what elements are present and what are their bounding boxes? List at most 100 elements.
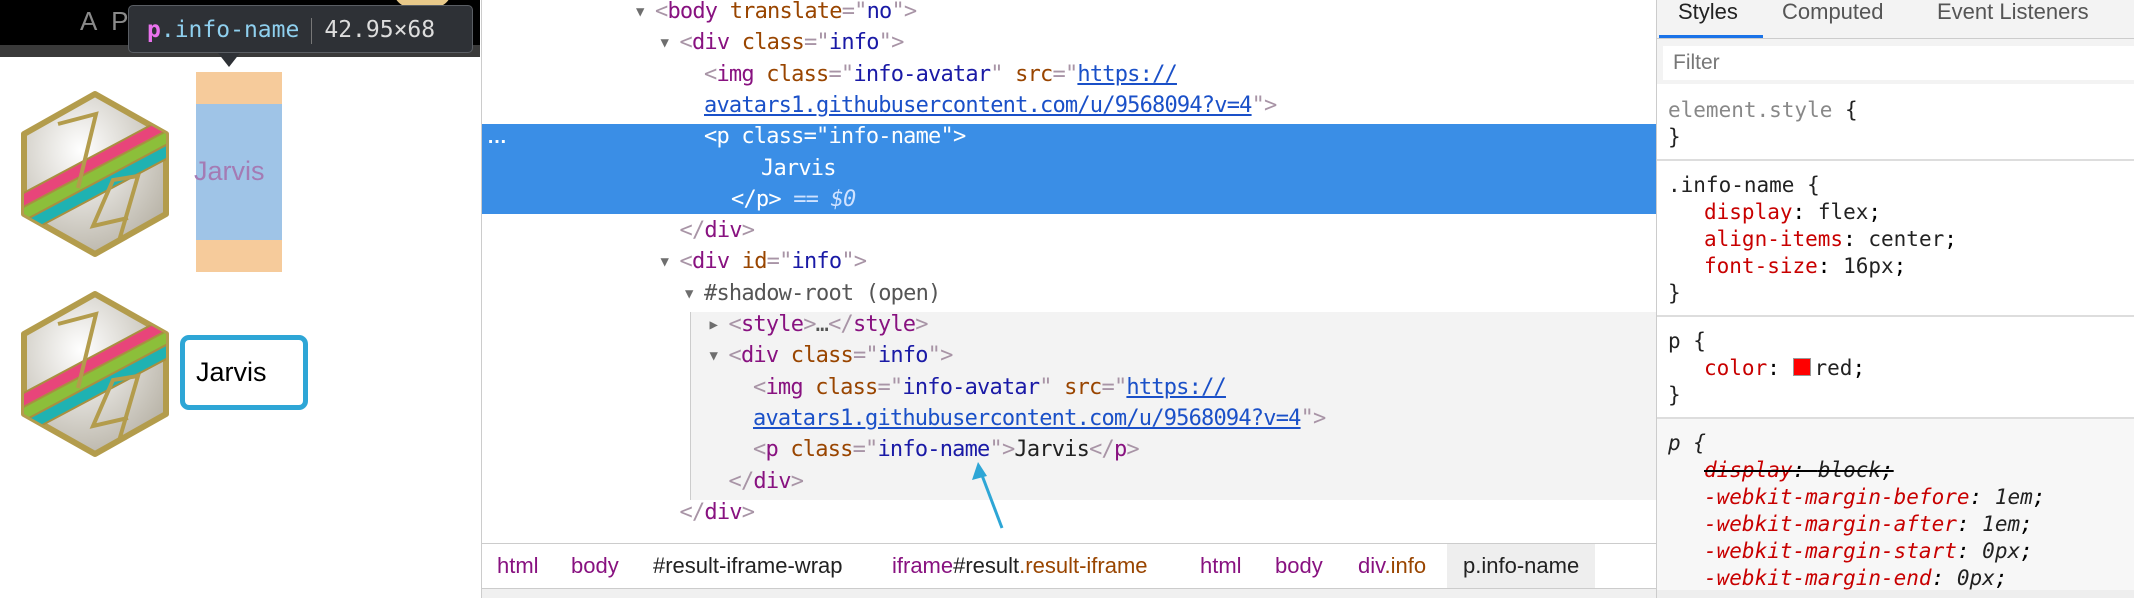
- page-preview: A PEN BY Jarvis p.info-name42.95×68 Jarv…: [0, 0, 480, 598]
- property-name[interactable]: font-size: [1704, 254, 1818, 278]
- expand-triangle-right-icon[interactable]: ▶: [710, 310, 718, 340]
- dom-token-p: <: [728, 312, 742, 337]
- property-name[interactable]: -webkit-margin-start: [1704, 539, 1957, 563]
- dom-node-line[interactable]: ▼ <div class="info">: [661, 28, 905, 58]
- dom-node-line[interactable]: ▼ <div class="info">: [710, 341, 954, 371]
- style-property[interactable]: -webkit-margin-after: 1em;: [1657, 511, 2134, 538]
- dom-token-p: =": [766, 249, 793, 275]
- style-property[interactable]: align-items: center;: [1657, 226, 2134, 253]
- dom-node-line[interactable]: </div>: [729, 467, 805, 497]
- style-property[interactable]: display: block;: [1657, 457, 2134, 484]
- close-brace: }: [1668, 281, 1681, 305]
- dom-node-line[interactable]: <p class="info-name">: [704, 122, 966, 152]
- tab-event-listeners[interactable]: Event Listeners: [1937, 0, 2089, 30]
- style-property[interactable]: -webkit-margin-before: 1em;: [1657, 484, 2134, 511]
- property-name[interactable]: display: [1704, 458, 1793, 482]
- tab-styles[interactable]: Styles: [1678, 0, 1738, 30]
- property-value[interactable]: center: [1868, 227, 1944, 251]
- filter-input[interactable]: [1663, 46, 2134, 80]
- rule-selector[interactable]: element.style: [1668, 98, 1832, 122]
- breadcrumb-item[interactable]: body: [1275, 544, 1323, 588]
- breadcrumb-item[interactable]: html: [1200, 544, 1242, 588]
- breadcrumb-item[interactable]: iframe#result.result-iframe: [892, 544, 1148, 588]
- style-property[interactable]: font-size: 16px;: [1657, 253, 2134, 280]
- dom-token-p: </: [679, 218, 706, 244]
- dom-node-line[interactable]: ▼ <body translate="no">: [636, 0, 917, 27]
- property-value[interactable]: 0px: [1957, 566, 1995, 590]
- expand-triangle-down-icon[interactable]: ▼: [685, 279, 693, 309]
- breadcrumb-item[interactable]: #result-iframe-wrap: [653, 544, 843, 588]
- dom-node-line[interactable]: </div>: [679, 216, 756, 246]
- dom-node-line[interactable]: ▶ <style>…</style>: [710, 310, 929, 340]
- dom-token-p: [729, 249, 741, 274]
- dom-node-line[interactable]: <p class="info-name">Jarvis</p>: [753, 435, 1140, 465]
- dom-token-attr: translate: [729, 0, 843, 24]
- property-name[interactable]: color: [1704, 356, 1767, 380]
- breadcrumb-item[interactable]: body: [571, 544, 619, 588]
- dom-node-line[interactable]: avatars1.githubusercontent.com/u/9568094…: [704, 91, 1277, 121]
- breadcrumb-item[interactable]: html: [497, 544, 539, 588]
- selected-node-row[interactable]: [482, 124, 1656, 214]
- open-brace: {: [1680, 431, 1706, 455]
- expand-triangle-down-icon[interactable]: ▼: [661, 28, 669, 58]
- style-property[interactable]: -webkit-margin-start: 0px;: [1657, 538, 2134, 565]
- style-rule: p {color: red;}: [1657, 317, 2134, 419]
- dom-token-link[interactable]: https://: [1077, 62, 1177, 87]
- property-name[interactable]: -webkit-margin-after: [1704, 512, 1957, 536]
- property-value[interactable]: 16px: [1843, 254, 1894, 278]
- property-name[interactable]: -webkit-margin-end: [1704, 566, 1932, 590]
- property-value[interactable]: red: [1815, 356, 1853, 380]
- dom-token-text: Jarvis: [761, 155, 836, 181]
- dom-token-p: >: [768, 186, 781, 212]
- property-value[interactable]: 1em: [1982, 512, 2020, 536]
- dom-token-tag: div: [704, 499, 742, 525]
- tooltip-separator: [311, 17, 313, 44]
- property-value[interactable]: block: [1818, 458, 1881, 482]
- dom-node-line[interactable]: <img class="info-avatar" src="https://: [704, 60, 1178, 90]
- dom-token-val: info: [877, 343, 929, 369]
- dom-token-tag: style: [740, 312, 804, 337]
- dom-node-line[interactable]: Jarvis: [761, 154, 836, 184]
- dom-node-line[interactable]: ▼ <div id="info">: [661, 247, 867, 277]
- dom-token-attr: class: [790, 343, 854, 369]
- breadcrumb-item[interactable]: div.info: [1358, 544, 1426, 588]
- dom-token-val: info-name: [828, 124, 941, 150]
- rule-selector[interactable]: p: [1668, 329, 1681, 353]
- styles-pane: Styles Computed Event Listeners element.…: [1656, 0, 2134, 598]
- dom-node-line[interactable]: avatars1.githubusercontent.com/u/9568094…: [753, 404, 1326, 434]
- open-brace: {: [1680, 329, 1706, 353]
- style-rule: element.style {}: [1657, 86, 2134, 161]
- property-value[interactable]: flex: [1818, 200, 1869, 224]
- expand-triangle-down-icon[interactable]: ▼: [661, 247, 669, 277]
- tab-computed[interactable]: Computed: [1782, 0, 1884, 30]
- color-swatch-icon[interactable]: [1792, 358, 1811, 376]
- dom-node-line[interactable]: </div>: [680, 498, 756, 528]
- breadcrumb-part: html: [497, 553, 539, 578]
- dom-token-attr: src: [1064, 374, 1102, 400]
- dom-token-link[interactable]: https://: [1126, 375, 1226, 400]
- style-property[interactable]: display: flex;: [1657, 199, 2134, 226]
- dom-node-line[interactable]: <img class="info-avatar" src="https://: [753, 373, 1227, 403]
- property-value[interactable]: 0px: [1982, 539, 2020, 563]
- style-property[interactable]: -webkit-margin-end: 0px;: [1657, 565, 2134, 592]
- expand-triangle-down-icon[interactable]: ▼: [710, 341, 718, 371]
- dom-node-line[interactable]: ▼ #shadow-root (open): [685, 279, 941, 309]
- breadcrumb-item[interactable]: p.info-name: [1447, 544, 1596, 588]
- rule-selector[interactable]: .info-name: [1668, 173, 1794, 197]
- style-property[interactable]: color: red;: [1657, 355, 2134, 382]
- dom-token-link[interactable]: avatars1.githubusercontent.com/u/9568094…: [753, 406, 1301, 431]
- dom-token-link[interactable]: avatars1.githubusercontent.com/u/9568094…: [704, 93, 1252, 118]
- expand-triangle-down-icon[interactable]: ▼: [636, 0, 644, 27]
- info-name-text: Jarvis: [194, 156, 265, 186]
- property-name[interactable]: -webkit-margin-before: [1704, 485, 1970, 509]
- property-value[interactable]: 1em: [1995, 485, 2033, 509]
- property-name[interactable]: align-items: [1704, 227, 1843, 251]
- property-name[interactable]: display: [1704, 200, 1793, 224]
- dom-node-line[interactable]: </p> == $0: [731, 185, 856, 215]
- styles-footer: [1657, 590, 2134, 598]
- rule-selector-line: .info-name {: [1657, 172, 2134, 199]
- rule-selector[interactable]: p: [1668, 431, 1681, 455]
- dom-token-dim: #shadow-root (open): [704, 280, 941, 306]
- dom-token-p: =": [841, 0, 868, 24]
- more-options-icon[interactable]: …: [487, 126, 507, 149]
